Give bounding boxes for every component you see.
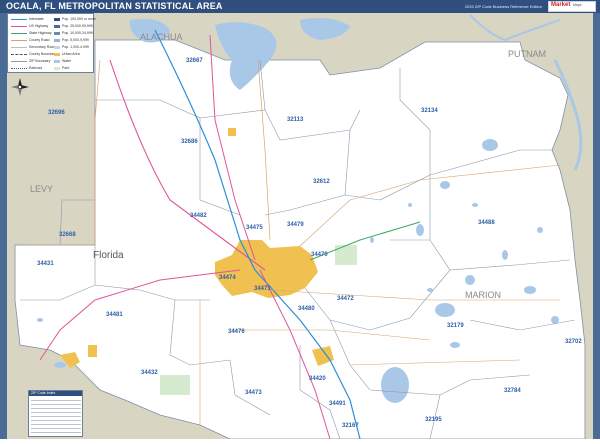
logo-text: Market [551, 2, 571, 8]
legend-row: ZIP Boundary [11, 59, 50, 65]
legend-row: County Road [11, 38, 49, 44]
legend-row: Pop. 10,000-24,999 [54, 31, 93, 37]
index-row [31, 416, 81, 417]
zip-label: 34431 [37, 261, 54, 267]
zip-index-title: ZIP Code Index [29, 391, 82, 396]
legend-row: Railroad [11, 66, 42, 72]
zip-label: 34470 [311, 252, 328, 258]
zip-label: 34479 [287, 222, 304, 228]
index-row [31, 404, 81, 405]
map-canvas[interactable]: ALACHUA PUTNAM LEVY MARION Florida 32667… [7, 13, 593, 440]
zip-label: 32696 [48, 110, 65, 116]
legend-row: Pop. 1,000-4,999 [54, 45, 89, 51]
zip-label: 34475 [246, 225, 263, 231]
map-title: OCALA, FL METROPOLITAN STATISTICAL AREA [6, 1, 223, 11]
zip-label: 34471 [254, 286, 271, 292]
county-label-alachua: ALACHUA [140, 32, 183, 42]
index-row [31, 432, 81, 433]
legend-row: Interstate [11, 17, 44, 23]
zip-label: 34420 [309, 376, 326, 382]
park-southwest [160, 375, 190, 395]
legend-row: US Highway [11, 24, 48, 30]
zip-label: 32167 [342, 423, 359, 429]
legend-row: Pop. 5,000-9,999 [54, 38, 89, 44]
index-row [31, 412, 81, 413]
zip-label: 32784 [504, 388, 521, 394]
zip-label: 34473 [245, 390, 262, 396]
zip-label: 34480 [298, 306, 315, 312]
compass-rose-icon [11, 78, 29, 96]
edition-label: 2020 ZIP Code Business Reference Edition [464, 4, 542, 9]
zip-label: 32612 [313, 179, 330, 185]
zip-label: 32668 [59, 232, 76, 238]
legend-row: Urban Area [54, 52, 80, 58]
north-urban-patch [228, 128, 236, 136]
zip-label: 34491 [329, 401, 346, 407]
legend-row: County Boundary [11, 52, 56, 58]
zip-label: 32179 [447, 323, 464, 329]
zip-index-table: ZIP Code Index [28, 390, 83, 437]
place-label-florida: Florida [93, 250, 124, 261]
zip-label: 34482 [190, 213, 207, 219]
map-legend: Interstate US Highway State Highway Coun… [7, 13, 96, 73]
zip-label: 34432 [141, 370, 158, 376]
dunnellon-urban [88, 345, 97, 357]
index-row [31, 408, 81, 409]
park-east-ocala [335, 245, 357, 265]
index-row [31, 420, 81, 421]
zip-label: 32134 [421, 108, 438, 114]
county-label-marion: MARION [465, 290, 501, 300]
legend-row: Water [54, 59, 71, 65]
index-row [31, 424, 81, 425]
zip-label: 34488 [478, 220, 495, 226]
zip-label: 34474 [219, 275, 236, 281]
zip-label: 32195 [425, 417, 442, 423]
index-row [31, 428, 81, 429]
title-bar: OCALA, FL METROPOLITAN STATISTICAL AREA … [0, 0, 600, 13]
zip-label: 32702 [565, 339, 582, 345]
logo-subtext: Maps [573, 3, 582, 7]
legend-row: Pop. 25,000-99,999 [54, 24, 93, 30]
zip-label: 34481 [106, 312, 123, 318]
legend-row: Pop. 100,000 or more [54, 17, 96, 23]
zip-label: 32113 [287, 117, 304, 123]
county-label-putnam: PUTNAM [508, 49, 546, 59]
legend-row: State Highway [11, 31, 52, 37]
index-row [31, 400, 81, 401]
zip-label: 34476 [228, 329, 245, 335]
legend-row: Park [54, 66, 69, 72]
zip-label: 32686 [181, 139, 198, 145]
publisher-logo: Market Maps [548, 1, 596, 12]
legend-row: Secondary Road [11, 45, 55, 51]
zip-label: 32667 [186, 58, 203, 64]
county-label-levy: LEVY [30, 184, 53, 194]
zip-label: 34472 [337, 296, 354, 302]
